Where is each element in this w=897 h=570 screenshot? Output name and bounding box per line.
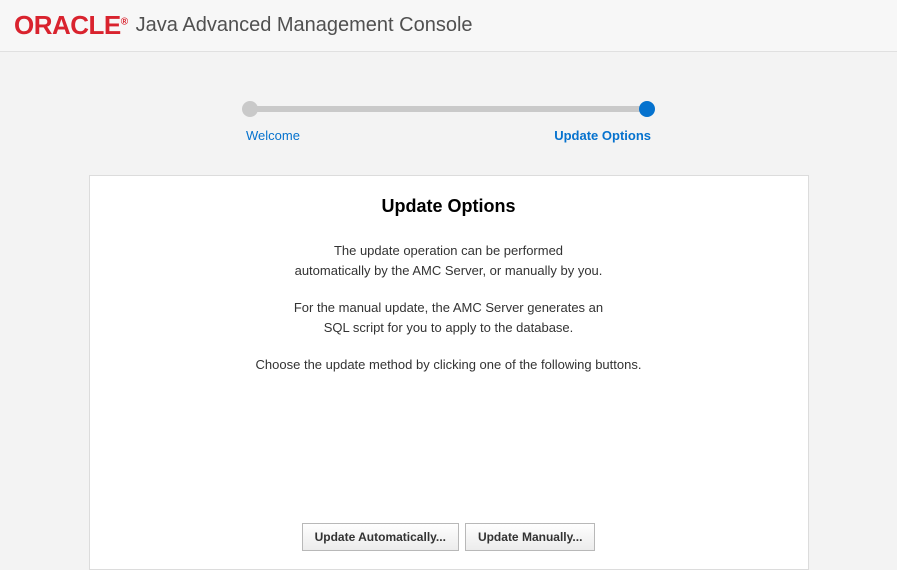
panel-text-line: automatically by the AMC Server, or manu…	[120, 261, 778, 281]
header-bar: ORACLE® Java Advanced Management Console	[0, 0, 897, 52]
panel-heading: Update Options	[120, 196, 778, 217]
panel-text-line: For the manual update, the AMC Server ge…	[120, 298, 778, 318]
header-title: Java Advanced Management Console	[136, 14, 473, 37]
progress-step-update-options-label[interactable]: Update Options	[554, 128, 651, 143]
update-automatically-button[interactable]: Update Automatically...	[302, 523, 459, 551]
progress-line	[246, 106, 651, 112]
oracle-logo: ORACLE®	[14, 10, 128, 41]
wizard-progress: Welcome Update Options	[0, 52, 897, 175]
progress-step-welcome-label[interactable]: Welcome	[246, 128, 300, 143]
button-row: Update Automatically... Update Manually.…	[120, 523, 778, 551]
update-manually-button[interactable]: Update Manually...	[465, 523, 595, 551]
panel-text-line: SQL script for you to apply to the datab…	[120, 318, 778, 338]
update-options-panel: Update Options The update operation can …	[89, 175, 809, 570]
progress-step-welcome-dot	[242, 101, 258, 117]
panel-text-line: Choose the update method by clicking one…	[120, 355, 778, 375]
progress-step-update-options-dot	[639, 101, 655, 117]
panel-text-line: The update operation can be performed	[120, 241, 778, 261]
